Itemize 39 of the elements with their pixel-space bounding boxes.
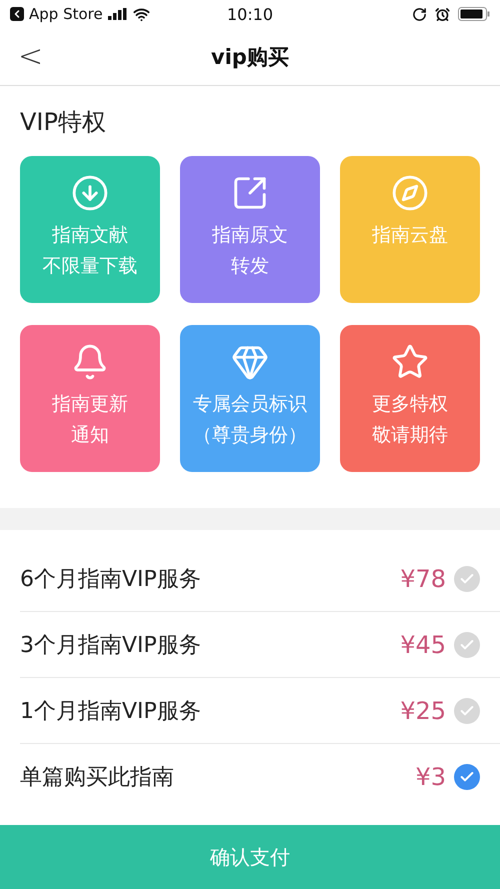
perk-label: 指南原文 转发 <box>212 223 288 279</box>
back-button[interactable]: < <box>0 39 60 74</box>
plan-radio[interactable] <box>454 698 480 724</box>
plan-name: 单篇购买此指南 <box>20 764 175 792</box>
wifi-icon <box>132 6 150 22</box>
plan-radio[interactable] <box>454 566 480 592</box>
perk-card[interactable]: 专属会员标识 （尊贵身份） <box>180 325 320 472</box>
back-app-icon[interactable] <box>10 7 24 21</box>
perk-label: 指南更新 通知 <box>52 392 128 448</box>
rotation-lock-icon <box>412 6 428 22</box>
plan-price: ¥45 <box>400 630 446 658</box>
confirm-pay-button[interactable]: 确认支付 <box>0 825 500 889</box>
plan-radio[interactable] <box>454 764 480 790</box>
status-time: 10:10 <box>226 4 274 24</box>
plan-price: ¥25 <box>400 696 446 724</box>
signal-icon <box>108 8 128 20</box>
plan-name: 6个月指南VIP服务 <box>20 566 202 594</box>
perk-card[interactable]: 指南更新 通知 <box>20 325 160 472</box>
plan-name: 3个月指南VIP服务 <box>20 632 202 660</box>
perk-card[interactable]: 指南原文 转发 <box>180 156 320 303</box>
perk-label: 指南云盘 <box>372 223 448 248</box>
plan-price: ¥78 <box>400 564 446 592</box>
section-title: VIP特权 <box>19 107 107 138</box>
perk-card[interactable]: 指南云盘 <box>340 156 480 303</box>
back-app-label[interactable]: App Store <box>29 5 103 23</box>
alarm-icon <box>435 6 450 22</box>
battery-icon <box>458 7 490 21</box>
page-title: vip购买 <box>210 44 290 70</box>
plan-price: ¥3 <box>415 763 446 791</box>
perk-card[interactable]: 更多特权 敬请期待 <box>340 325 480 472</box>
plan-name: 1个月指南VIP服务 <box>20 698 202 726</box>
download-icon <box>71 174 109 212</box>
compass-icon <box>391 174 429 212</box>
perk-label: 指南文献 不限量下载 <box>42 223 138 279</box>
plan-radio[interactable] <box>454 632 480 658</box>
perk-label: 更多特权 敬请期待 <box>372 392 448 448</box>
star-icon <box>391 343 429 381</box>
perk-label: 专属会员标识 （尊贵身份） <box>193 392 307 448</box>
perk-card[interactable]: 指南文献 不限量下载 <box>20 156 160 303</box>
